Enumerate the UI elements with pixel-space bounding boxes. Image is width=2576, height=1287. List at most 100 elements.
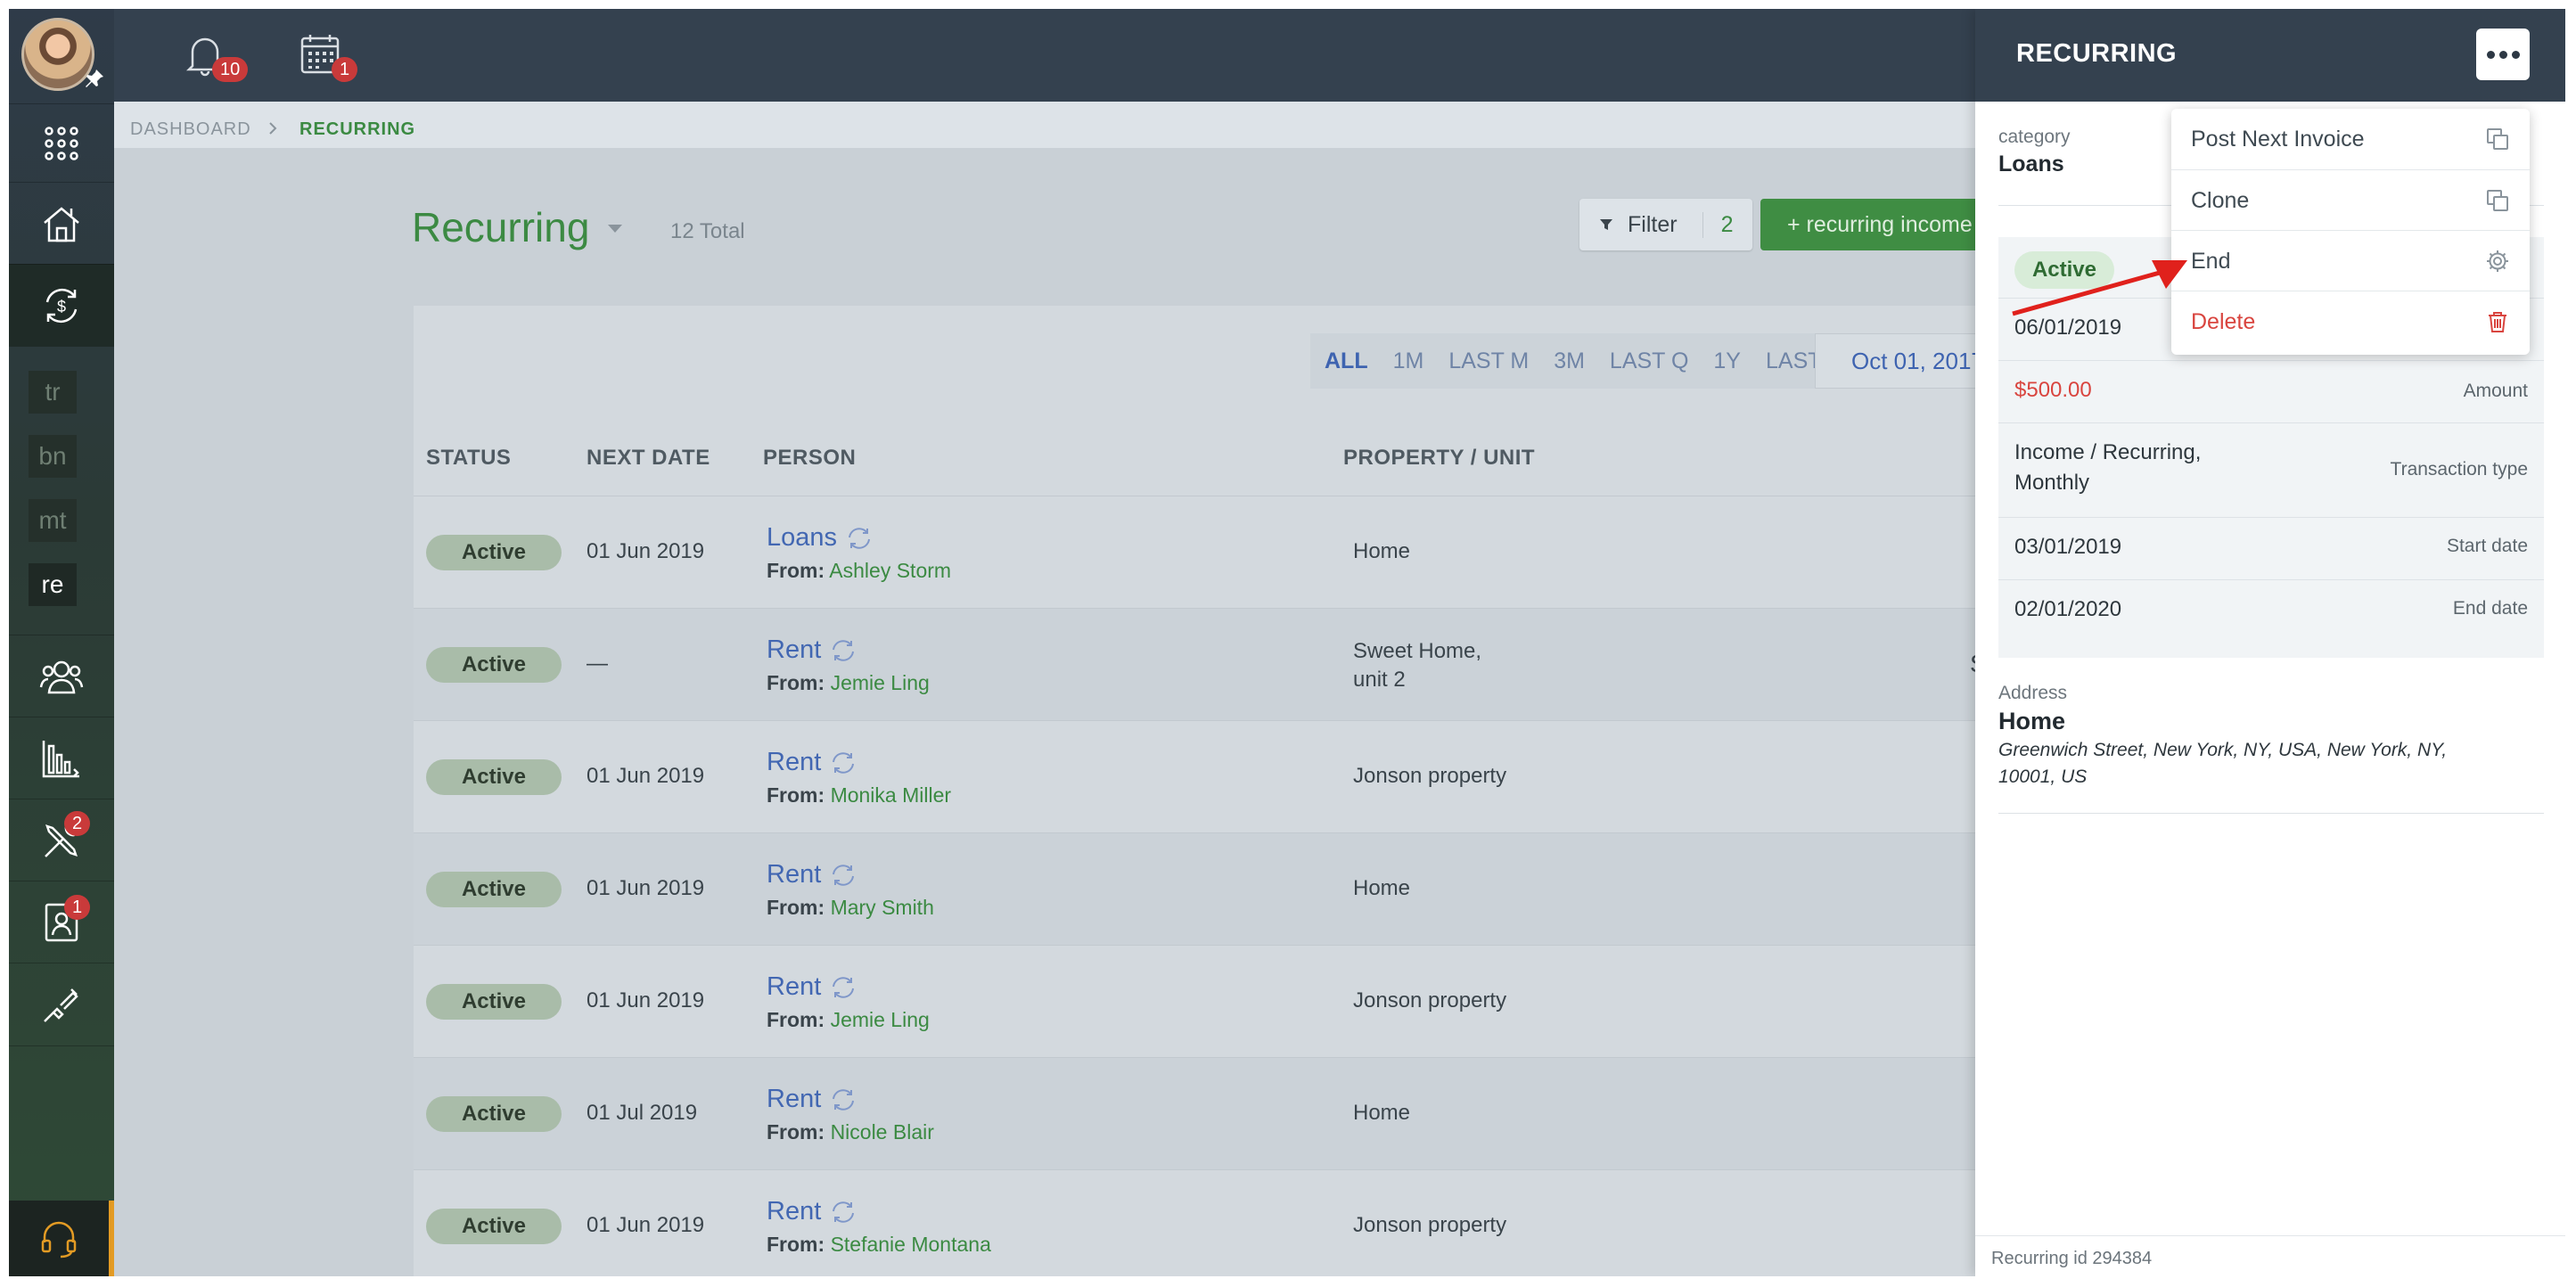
column-next-date[interactable]: NEXT DATE [587,446,710,471]
sidebar-item-integrations[interactable] [9,963,114,1046]
menu-item-delete[interactable]: Delete [2171,291,2530,352]
period-last-m[interactable]: LAST M [1448,348,1529,374]
payer-name[interactable]: Monika Miller [831,783,951,807]
period-selector: ALL 1M LAST M 3M LAST Q 1Y LAST Y [1310,333,1857,389]
column-property[interactable]: PROPERTY / UNIT [1343,446,1535,471]
payer-name[interactable]: Jemie Ling [831,671,930,694]
recurring-icon [833,1201,855,1223]
payer: From: Nicole Blair [767,1120,934,1144]
more-options-button[interactable] [2476,29,2530,80]
filter-button[interactable]: Filter 2 [1579,199,1752,250]
from-label: From: [767,671,825,694]
recurring-icon [833,639,855,661]
next-date: 01 Jun 2019 [587,1213,705,1237]
date-from-input[interactable]: Oct 01, 2017 [1815,333,1984,389]
status-badge: Active [426,647,562,683]
next-date: 01 Jun 2019 [587,988,705,1012]
divider [1998,813,2544,814]
period-1y[interactable]: 1Y [1713,348,1741,374]
category-link[interactable]: Rent [767,1197,857,1226]
shortcut-re[interactable]: re [29,563,77,606]
sidebar-item-reports[interactable] [9,717,114,799]
category-link[interactable]: Rent [767,635,857,665]
status-badge: Active [426,535,562,570]
period-all[interactable]: ALL [1325,348,1368,374]
address-line2: 10001, US [1998,766,2088,787]
table-row[interactable]: Active 01 Jun 2019 Rent From: Monika Mil… [414,720,1984,833]
column-person[interactable]: PERSON [763,446,856,471]
category-label: Rent [767,860,822,889]
shortcut-bn[interactable]: bn [29,435,77,478]
link-icon [44,988,78,1022]
recurring-id: Recurring id 294384 [1991,1249,2153,1268]
breadcrumb-dashboard[interactable]: DASHBOARD [130,119,251,140]
sidebar-item-apps[interactable] [9,103,114,183]
transaction-type-line2: Monthly [2014,471,2090,495]
shortcut-mt[interactable]: mt [29,499,77,542]
sidebar-item-contacts[interactable] [9,881,114,963]
from-label: From: [767,1008,825,1031]
property: Jonson property [1353,1213,1507,1237]
status-badge: Active [426,1096,562,1132]
support-button[interactable] [9,1201,114,1276]
table-row[interactable]: Active — Rent From: Jemie Ling Sweet Hom… [414,608,1987,721]
pin-icon[interactable] [84,68,105,89]
next-date: 01 Jun 2019 [587,764,705,788]
column-status[interactable]: STATUS [426,446,511,471]
period-1m[interactable]: 1M [1393,348,1424,374]
sidebar-item-maintenance[interactable] [9,799,114,881]
from-label: From: [767,896,825,919]
actions-menu: Post Next Invoice Clone End Delete [2171,109,2530,355]
add-recurring-income-button[interactable]: + recurring income [1760,199,1984,250]
menu-item-post-next-invoice[interactable]: Post Next Invoice [2171,109,2530,169]
payer-name[interactable]: Mary Smith [831,896,934,919]
filter-count: 2 [1702,211,1733,238]
end-date-value: 02/01/2020 [2014,597,2122,621]
sidebar-item-recurring[interactable]: $ [9,264,114,347]
payer-name[interactable]: Nicole Blair [831,1120,934,1144]
page-title[interactable]: Recurring [412,203,589,251]
payer-name[interactable]: Jemie Ling [831,1008,930,1031]
table-row[interactable]: Active 01 Jul 2019 Rent From: Nicole Bla… [414,1057,1984,1170]
table-row[interactable]: Active 01 Jun 2019 Rent From: Mary Smith… [414,832,1984,946]
from-label: From: [767,1120,825,1144]
table-row[interactable]: Active 01 Jun 2019 Rent From: Jemie Ling… [414,945,1984,1058]
table-row[interactable]: Active 01 Jun 2019 Rent From: Stefanie M… [414,1169,1984,1276]
period-3m[interactable]: 3M [1554,348,1585,374]
shortcut-tr[interactable]: tr [29,371,77,414]
total-count: 12 Total [670,219,745,243]
category-link[interactable]: Rent [767,1085,857,1114]
category-label: Loans [767,523,838,552]
sidebar-item-properties[interactable] [9,182,114,265]
menu-item-label: Delete [2191,308,2256,334]
address-name: Home [1998,708,2066,734]
period-last-q[interactable]: LAST Q [1610,348,1688,374]
menu-item-label: End [2191,248,2231,274]
caret-down-icon[interactable] [608,225,622,233]
table-row[interactable]: Active 01 Jun 2019 Loans From: Ashley St… [414,496,1984,609]
property: Jonson property [1353,988,1507,1012]
end-date-label: End date [2452,598,2528,619]
category-link[interactable]: Rent [767,972,857,1002]
payer-name[interactable]: Ashley Storm [829,559,951,582]
status-badge: Active [426,1209,562,1244]
category-link[interactable]: Rent [767,860,857,889]
category-link[interactable]: Loans [767,523,873,553]
panel-title: RECURRING [2016,39,2178,68]
app-window: $ tr bn mt re 2 1 10 1 DASHBOARD RECURRI… [9,9,2565,1276]
property: Jonson property [1353,764,1507,788]
category-label: Rent [767,748,822,776]
tools-badge: 2 [64,811,91,836]
recurring-icon [833,864,855,886]
property-unit: unit 2 [1353,668,1406,692]
menu-item-end[interactable]: End [2171,230,2530,291]
chart-icon [42,741,79,778]
payer-name[interactable]: Stefanie Montana [831,1233,991,1256]
notifications-badge: 10 [212,57,249,82]
category-link[interactable]: Rent [767,748,857,777]
from-label: From: [767,1233,825,1256]
payer: From: Stefanie Montana [767,1233,991,1257]
menu-item-clone[interactable]: Clone [2171,169,2530,231]
start-date-label: Start date [2446,536,2528,556]
sidebar-item-people[interactable] [9,635,114,717]
